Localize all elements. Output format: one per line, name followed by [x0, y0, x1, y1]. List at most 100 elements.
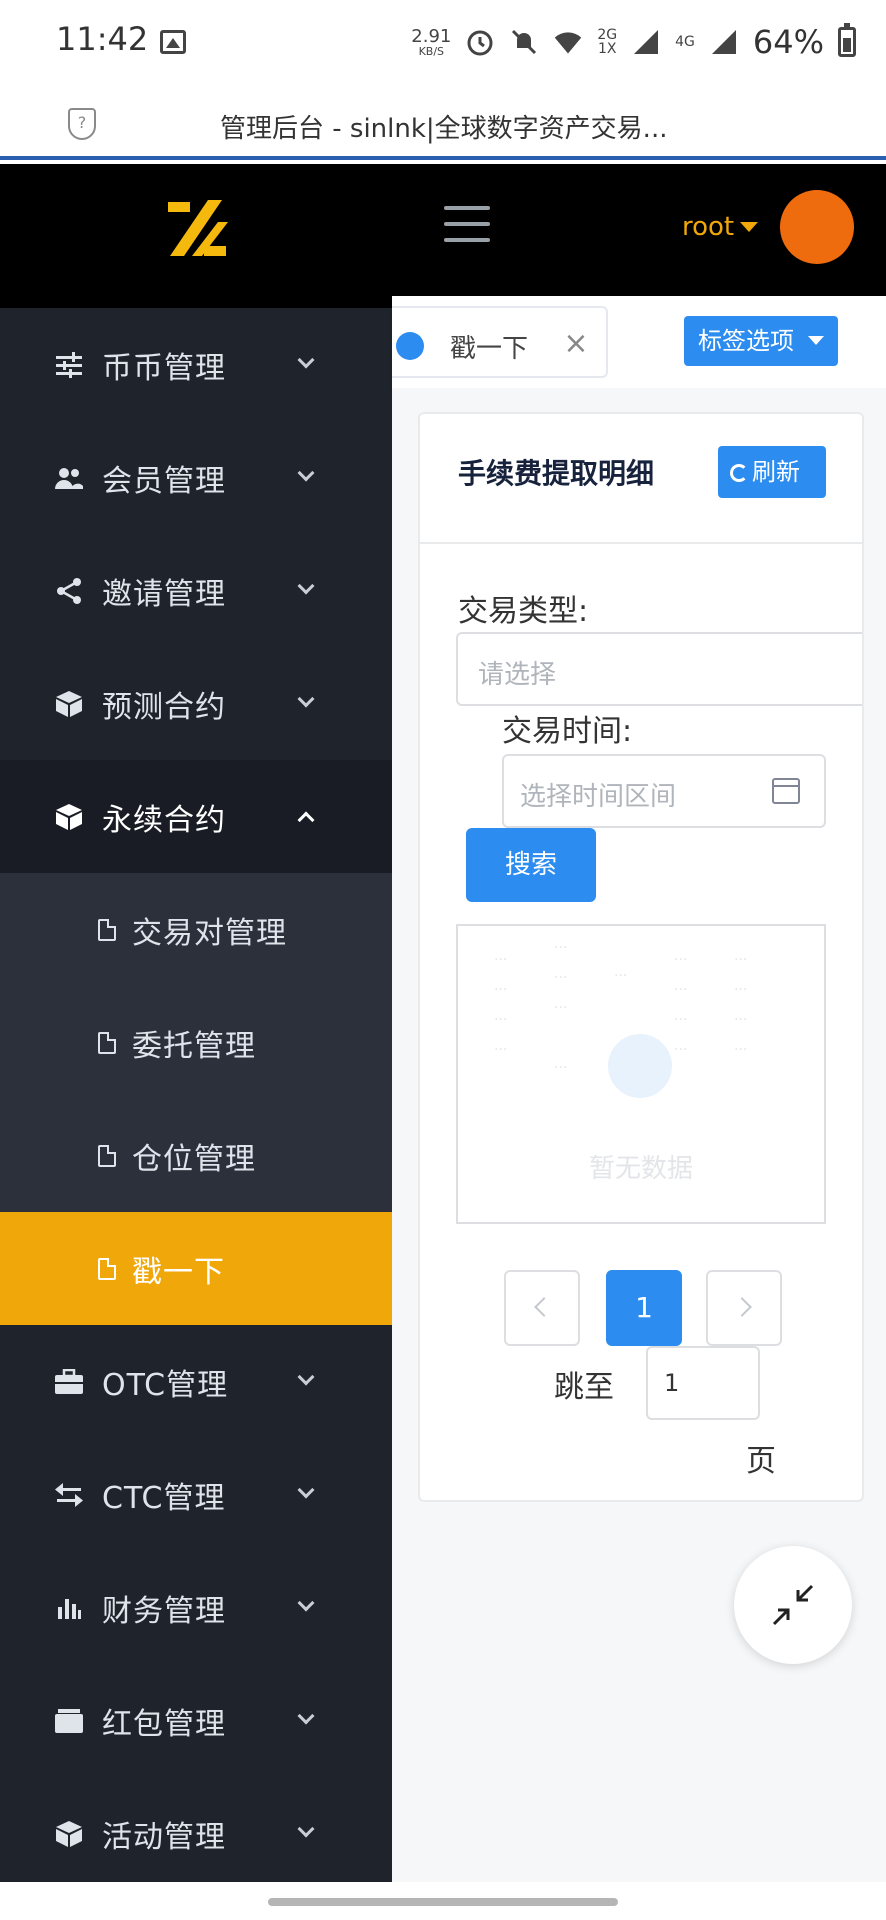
signal-bars-icon: [631, 27, 661, 57]
chevron-left-icon: [534, 1297, 554, 1317]
user-menu[interactable]: root: [682, 212, 734, 242]
file-icon: [98, 1144, 116, 1167]
avatar[interactable]: [780, 190, 854, 264]
tab-current[interactable]: 戳一下 ×: [392, 306, 608, 378]
users-icon: [54, 463, 84, 493]
status-time: 11:42: [56, 20, 149, 58]
cube-icon: [54, 1819, 84, 1849]
refresh-icon: [730, 464, 748, 482]
status-icons: 2.91 KB/S 2G 1X 4G 64%: [411, 22, 856, 62]
battery-percent: 64%: [752, 23, 824, 61]
chevron-right-icon: [732, 1297, 752, 1317]
chevron-down-icon: [297, 351, 315, 369]
trade-time-placeholder: 选择时间区间: [520, 782, 677, 812]
sidebar-item-label: 活动管理: [102, 1819, 226, 1855]
sidebar-subitem-orders[interactable]: 委托管理: [0, 986, 392, 1099]
browser-title-bar: ? 管理后台 - sinlnk|全球数字资产交易...: [0, 84, 886, 160]
card-header: 手续费提取明细 刷新: [420, 414, 862, 544]
sidebar: 币币管理 会员管理 邀请管理 预测合约 永续合约 交易对管理 委托管理 仓位管理…: [0, 164, 392, 1882]
briefcase-icon: [54, 1367, 84, 1397]
bar-chart-icon: [54, 1593, 84, 1623]
sidebar-item-redpacket[interactable]: 红包管理: [0, 1664, 392, 1777]
sidebar-subitem-poke[interactable]: 戳一下: [0, 1212, 392, 1325]
sidebar-item-label: 财务管理: [102, 1593, 226, 1629]
mute-notification-icon: [509, 27, 539, 57]
sidebar-item-invites[interactable]: 邀请管理: [0, 534, 392, 647]
sidebar-subitem-label: 委托管理: [132, 1028, 256, 1064]
refresh-label: 刷新: [752, 458, 800, 486]
search-button[interactable]: 搜索: [466, 828, 596, 902]
sliders-icon: [54, 350, 84, 380]
sidebar-item-activities[interactable]: 活动管理: [0, 1777, 392, 1890]
sidebar-item-spot[interactable]: 币币管理: [0, 308, 392, 421]
swap-icon: [54, 1480, 84, 1510]
home-gesture-handle[interactable]: [268, 1898, 618, 1906]
sidebar-item-label: 永续合约: [102, 802, 226, 838]
wallet-icon: [54, 1706, 84, 1736]
sim1-signal: 2G 1X: [597, 28, 617, 56]
next-page-button[interactable]: [706, 1270, 782, 1346]
caret-down-icon[interactable]: [740, 222, 758, 232]
status-bar: 11:42 2.91 KB/S 2G 1X 4G 64%: [0, 0, 886, 84]
collapse-fullscreen-button[interactable]: [734, 1546, 852, 1664]
prev-page-button[interactable]: [504, 1270, 580, 1346]
sidebar-item-finance[interactable]: 财务管理: [0, 1551, 392, 1664]
sidebar-item-label: 币币管理: [102, 350, 226, 386]
fee-detail-card: 手续费提取明细 刷新 交易类型: 请选择 交易时间: 选择时间区间 搜索 ···…: [418, 412, 864, 1502]
sidebar-item-label: 邀请管理: [102, 576, 226, 612]
chevron-down-icon: [297, 577, 315, 595]
caret-down-icon: [808, 336, 824, 345]
sidebar-item-members[interactable]: 会员管理: [0, 421, 392, 534]
sidebar-item-label: 会员管理: [102, 463, 226, 499]
gallery-notification-icon: [160, 30, 186, 54]
refresh-button[interactable]: 刷新: [718, 446, 826, 498]
chevron-down-icon: [297, 464, 315, 482]
empty-text: 暂无数据: [588, 1154, 693, 1184]
sidebar-item-ctc[interactable]: CTC管理: [0, 1438, 392, 1551]
network-speed-unit: KB/S: [418, 44, 445, 58]
sidebar-item-label: 预测合约: [102, 689, 226, 725]
trade-type-select[interactable]: 请选择: [456, 632, 862, 706]
sidebar-item-otc[interactable]: OTC管理: [0, 1325, 392, 1438]
logo-area: [0, 164, 392, 308]
sidebar-item-label: 红包管理: [102, 1706, 226, 1742]
sidebar-item-prediction[interactable]: 预测合约: [0, 647, 392, 760]
close-icon[interactable]: ×: [562, 329, 590, 359]
tabs-bar: 戳一下 × 标签选项: [392, 296, 886, 388]
page-1-button[interactable]: 1: [606, 1270, 682, 1346]
chevron-down-icon: [297, 1707, 315, 1725]
data-table-empty: ··· ··· ··· ··· ··· ··· ··· ··· ··· ··· ··· ··· ··…: [456, 924, 826, 1224]
trade-time-label: 交易时间:: [502, 714, 633, 749]
jump-to-label: 跳至: [554, 1370, 614, 1405]
sidebar-subitem-label: 仓位管理: [132, 1141, 256, 1177]
tag-options-label: 标签选项: [698, 327, 794, 355]
trade-type-label: 交易类型:: [458, 594, 589, 629]
chevron-down-icon: [297, 690, 315, 708]
file-icon: [98, 1031, 116, 1054]
sidebar-subitem-label: 交易对管理: [132, 915, 287, 951]
sidebar-subitem-pairs[interactable]: 交易对管理: [0, 873, 392, 986]
security-shield-icon[interactable]: ?: [68, 108, 96, 140]
trade-time-range-input[interactable]: 选择时间区间: [502, 754, 826, 828]
sim1-label: 2G: [597, 27, 618, 43]
tab-active-dot: [396, 332, 424, 360]
sidebar-item-label: CTC管理: [102, 1480, 226, 1516]
chevron-down-icon: [297, 1481, 315, 1499]
battery-icon: [838, 23, 856, 57]
tag-options-button[interactable]: 标签选项: [684, 316, 838, 366]
sidebar-subitem-positions[interactable]: 仓位管理: [0, 1099, 392, 1212]
card-title: 手续费提取明细: [458, 457, 655, 490]
menu-toggle-icon[interactable]: [444, 206, 490, 242]
logo-icon[interactable]: [164, 196, 228, 260]
wifi-icon: [553, 27, 583, 57]
cube-icon: [54, 802, 84, 832]
chevron-down-icon: [297, 1594, 315, 1612]
sim1-sub: 1X: [597, 41, 617, 57]
sidebar-item-perpetual[interactable]: 永续合约: [0, 760, 392, 873]
sim2-label: 4G: [675, 34, 695, 50]
jump-page-input[interactable]: 1: [646, 1346, 760, 1420]
navigation-bar: [0, 1882, 886, 1920]
file-icon: [98, 1257, 116, 1280]
cube-icon: [54, 689, 84, 719]
chevron-down-icon: [297, 1820, 315, 1838]
